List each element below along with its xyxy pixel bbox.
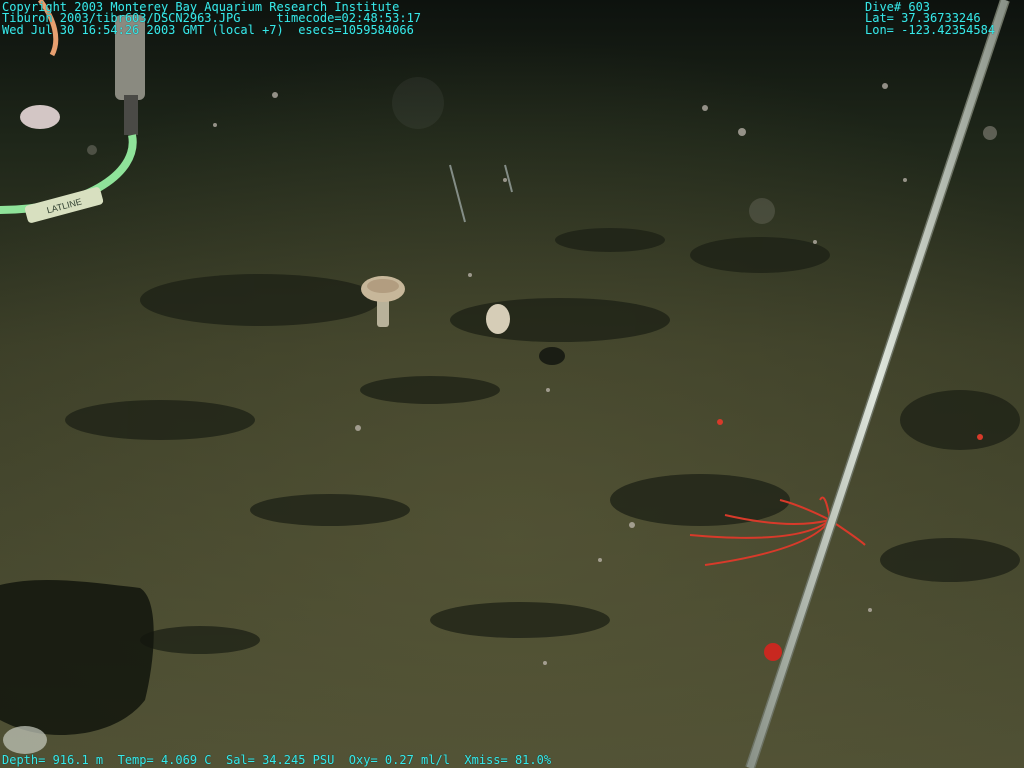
red-speck	[977, 434, 983, 440]
sensor-readout: Depth= 916.1 m Temp= 4.069 C Sal= 34.245…	[2, 753, 552, 767]
red-urchin	[764, 643, 782, 661]
datetime-line: Wed Jul 30 16:54:26 2003 GMT (local +7) …	[2, 23, 414, 37]
rock	[539, 347, 565, 365]
seafloor-photo: LATLINE	[0, 0, 1024, 768]
light-pool	[0, 0, 1024, 768]
egg-sponge	[486, 304, 510, 334]
drifting-jelly	[20, 105, 60, 129]
rov-shadow	[0, 579, 154, 735]
longitude: Lon= -123.42354584	[865, 23, 996, 37]
bottom-left-debris	[3, 726, 47, 754]
red-speck	[717, 419, 723, 425]
